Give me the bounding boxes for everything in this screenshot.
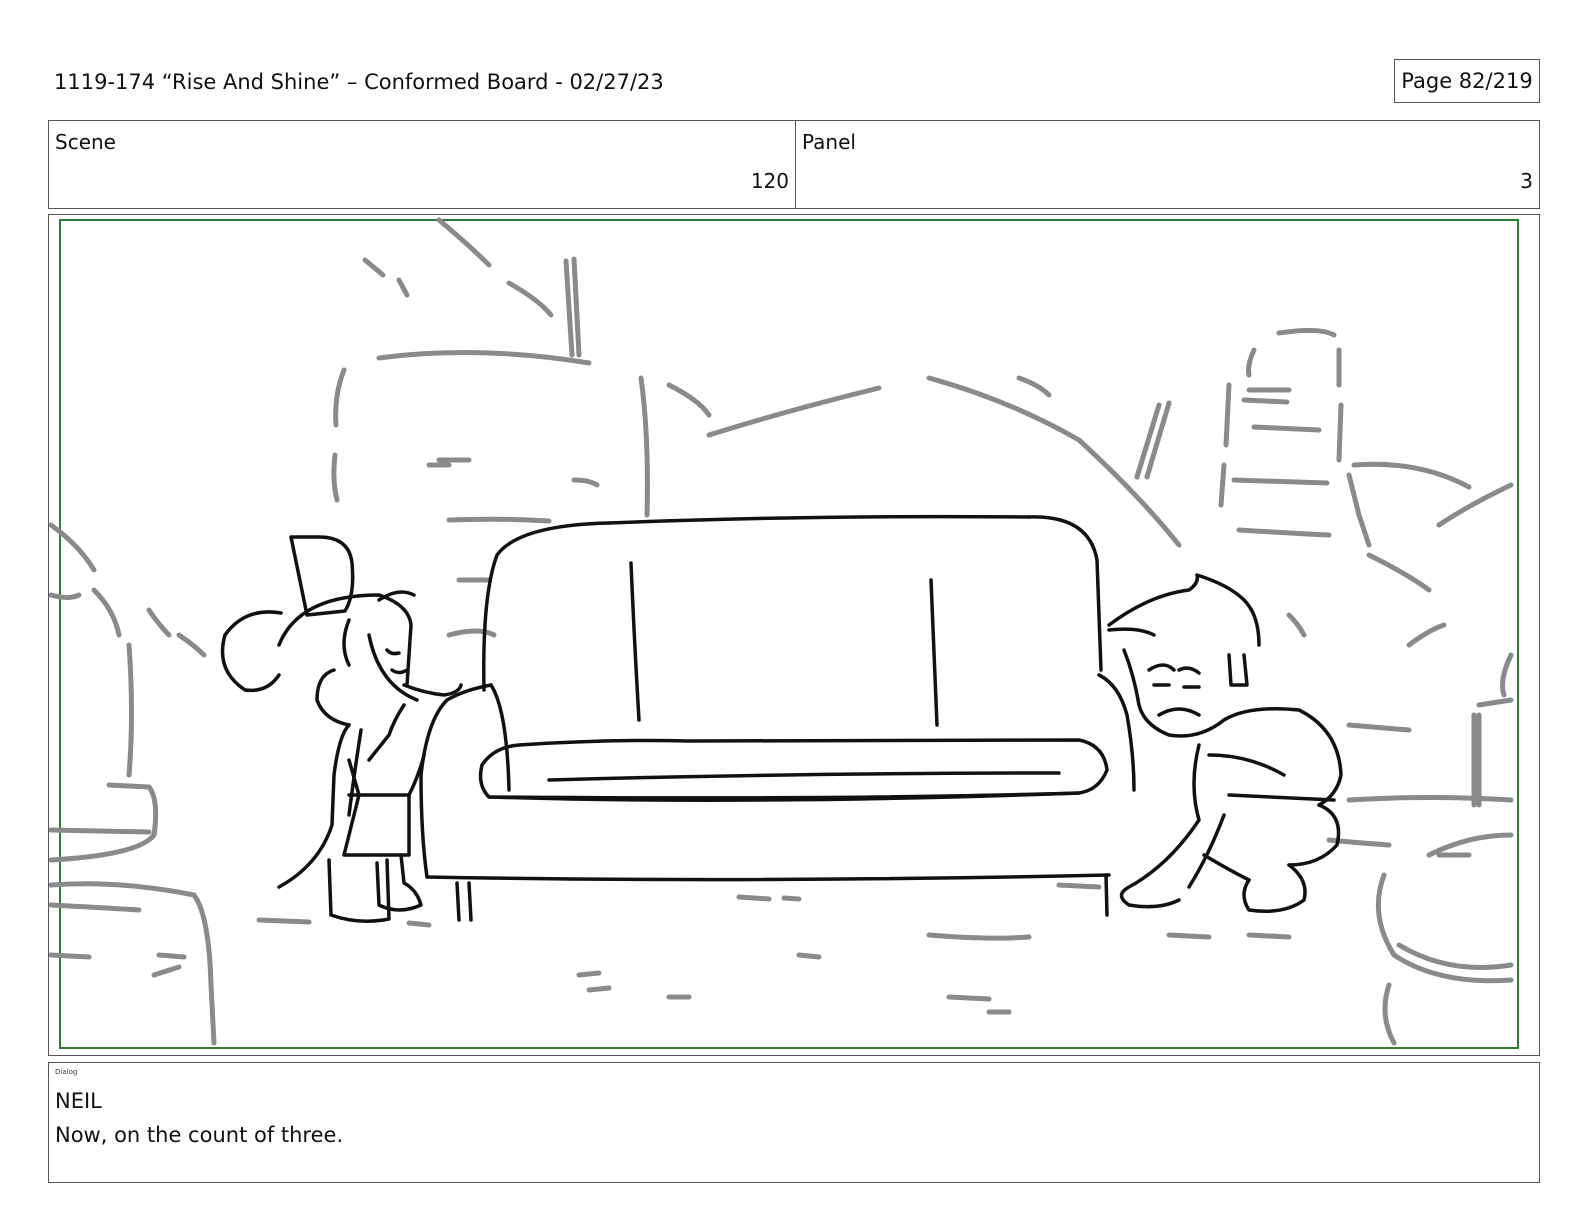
document-title: 1119-174 “Rise And Shine” – Conformed Bo… xyxy=(54,70,664,94)
couch xyxy=(419,514,1136,922)
scene-cell: Scene 120 xyxy=(49,121,796,208)
storyboard-panel xyxy=(48,214,1540,1056)
man-character xyxy=(1107,573,1343,913)
scene-panel-info: Scene 120 Panel 3 xyxy=(48,120,1540,209)
storyboard-drawing xyxy=(49,217,1519,1049)
dialog-line: Now, on the count of three. xyxy=(55,1123,344,1147)
dialog-box: Dialog NEIL Now, on the count of three. xyxy=(48,1062,1540,1183)
panel-cell: Panel 3 xyxy=(796,121,1539,208)
foreground-sketch xyxy=(220,514,1343,923)
panel-label: Panel xyxy=(802,130,856,154)
dialog-label: Dialog xyxy=(55,1068,78,1076)
dialog-speaker: NEIL xyxy=(55,1089,102,1113)
panel-number: 3 xyxy=(1520,169,1533,193)
scene-number: 120 xyxy=(750,169,789,193)
page-counter: Page 82/219 xyxy=(1394,59,1540,103)
safe-frame xyxy=(59,219,1519,1049)
background-sketch xyxy=(49,217,1514,1046)
scene-label: Scene xyxy=(55,130,116,154)
